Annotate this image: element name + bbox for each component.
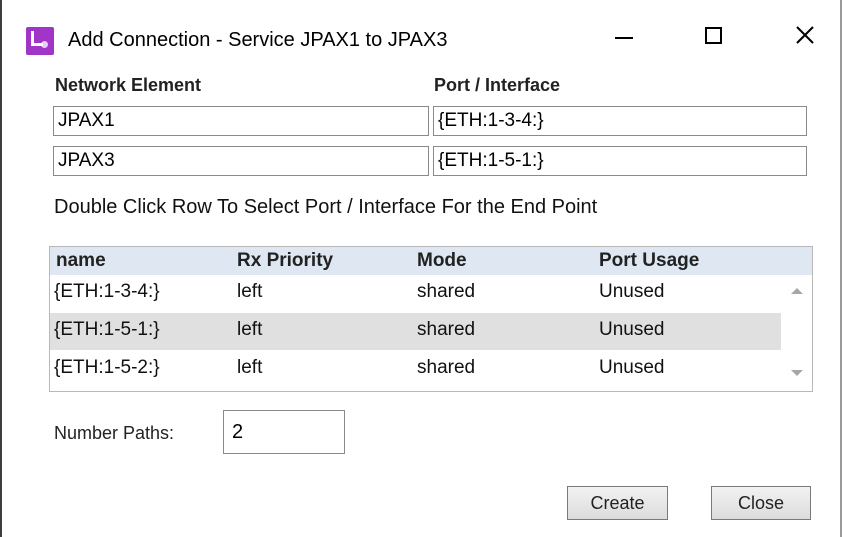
column-header-rx-priority[interactable]: Rx Priority	[237, 250, 333, 272]
number-paths-input[interactable]: 2	[223, 410, 345, 454]
create-button[interactable]: Create	[567, 486, 668, 520]
table-row-selected[interactable]: {ETH:1-5-1:} left shared Unused	[50, 313, 781, 350]
network-element-field-2[interactable]: JPAX3	[53, 146, 429, 176]
cell-mode: shared	[417, 281, 476, 302]
instruction-text: Double Click Row To Select Port / Interf…	[54, 196, 598, 218]
column-header-port-usage[interactable]: Port Usage	[599, 250, 699, 272]
scroll-down-arrow-icon[interactable]	[791, 370, 803, 376]
close-button[interactable]: Close	[711, 486, 811, 520]
cell-port-usage: Unused	[599, 281, 665, 302]
cell-name: {ETH:1-5-1:}	[54, 319, 160, 340]
cell-rx-priority: left	[237, 357, 263, 378]
cell-mode: shared	[417, 357, 476, 378]
cell-mode: shared	[417, 319, 476, 340]
window-title: Add Connection - Service JPAX1 to JPAX3	[68, 29, 448, 51]
network-element-field-1[interactable]: JPAX1	[53, 106, 429, 136]
title-bar[interactable]: Add Connection - Service JPAX1 to JPAX3	[2, 0, 840, 72]
number-paths-label: Number Paths:	[54, 423, 175, 443]
column-header-name[interactable]: name	[56, 250, 106, 272]
cell-port-usage: Unused	[599, 357, 665, 378]
table-header: name Rx Priority Mode Port Usage	[50, 247, 812, 275]
table-row[interactable]: {ETH:1-3-4:} left shared Unused	[50, 275, 781, 312]
cell-rx-priority: left	[237, 281, 263, 302]
table-scrollbar[interactable]	[781, 275, 812, 391]
minimize-button[interactable]	[598, 16, 648, 56]
maximize-button[interactable]	[688, 16, 738, 56]
close-icon	[796, 26, 814, 44]
cell-name: {ETH:1-3-4:}	[54, 281, 160, 302]
cell-rx-priority: left	[237, 319, 263, 340]
network-element-header: Network Element	[55, 75, 202, 95]
close-window-button[interactable]	[780, 16, 830, 56]
app-icon	[26, 27, 54, 55]
window-border-left	[0, 0, 2, 537]
port-interface-header: Port / Interface	[434, 75, 561, 95]
port-interface-field-1[interactable]: {ETH:1-3-4:}	[433, 106, 807, 136]
port-table[interactable]: name Rx Priority Mode Port Usage {ETH:1-…	[49, 246, 813, 392]
scroll-up-arrow-icon[interactable]	[791, 288, 803, 294]
column-header-mode[interactable]: Mode	[417, 250, 467, 272]
port-interface-field-2[interactable]: {ETH:1-5-1:}	[433, 146, 807, 176]
table-row[interactable]: {ETH:1-5-2:} left shared Unused	[50, 351, 781, 388]
cell-name: {ETH:1-5-2:}	[54, 357, 160, 378]
cell-port-usage: Unused	[599, 319, 665, 340]
